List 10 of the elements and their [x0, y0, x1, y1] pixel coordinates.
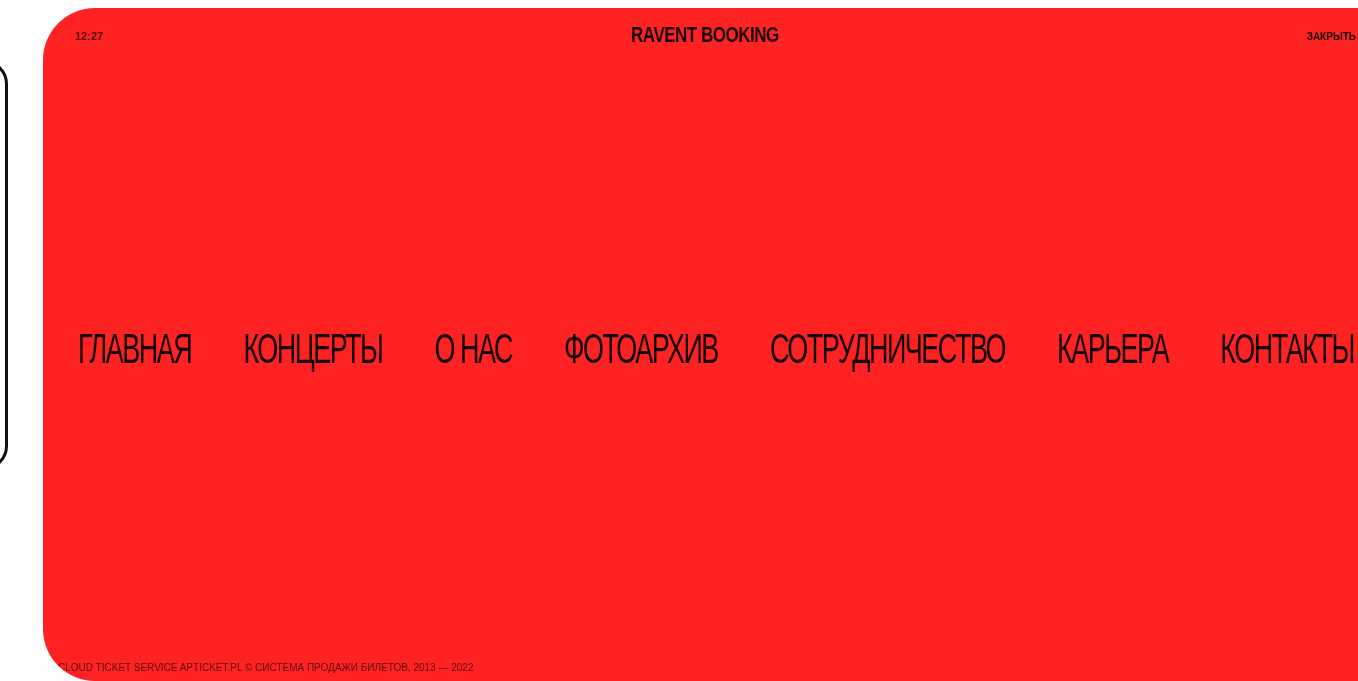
menu-link[interactable]: ФОТОАРХИВ	[563, 317, 718, 381]
menu-link[interactable]: ГЛАВНАЯ	[78, 317, 192, 381]
close-button[interactable]: ЗАКРЫТЬ	[1306, 28, 1356, 44]
clock-time: 12:27	[75, 28, 104, 44]
menu-link[interactable]: КОНЦЕРТЫ	[243, 317, 383, 381]
menu-link[interactable]: О НАС	[434, 317, 512, 381]
menu-link[interactable]: СОТРУДНИЧЕСТВО	[769, 317, 1006, 381]
site-title: RAVENT BOOKING	[631, 22, 779, 50]
menu-link[interactable]: КАРЬЕРА	[1057, 317, 1169, 381]
menu-link[interactable]: КОНТАКТЫ	[1220, 317, 1354, 381]
